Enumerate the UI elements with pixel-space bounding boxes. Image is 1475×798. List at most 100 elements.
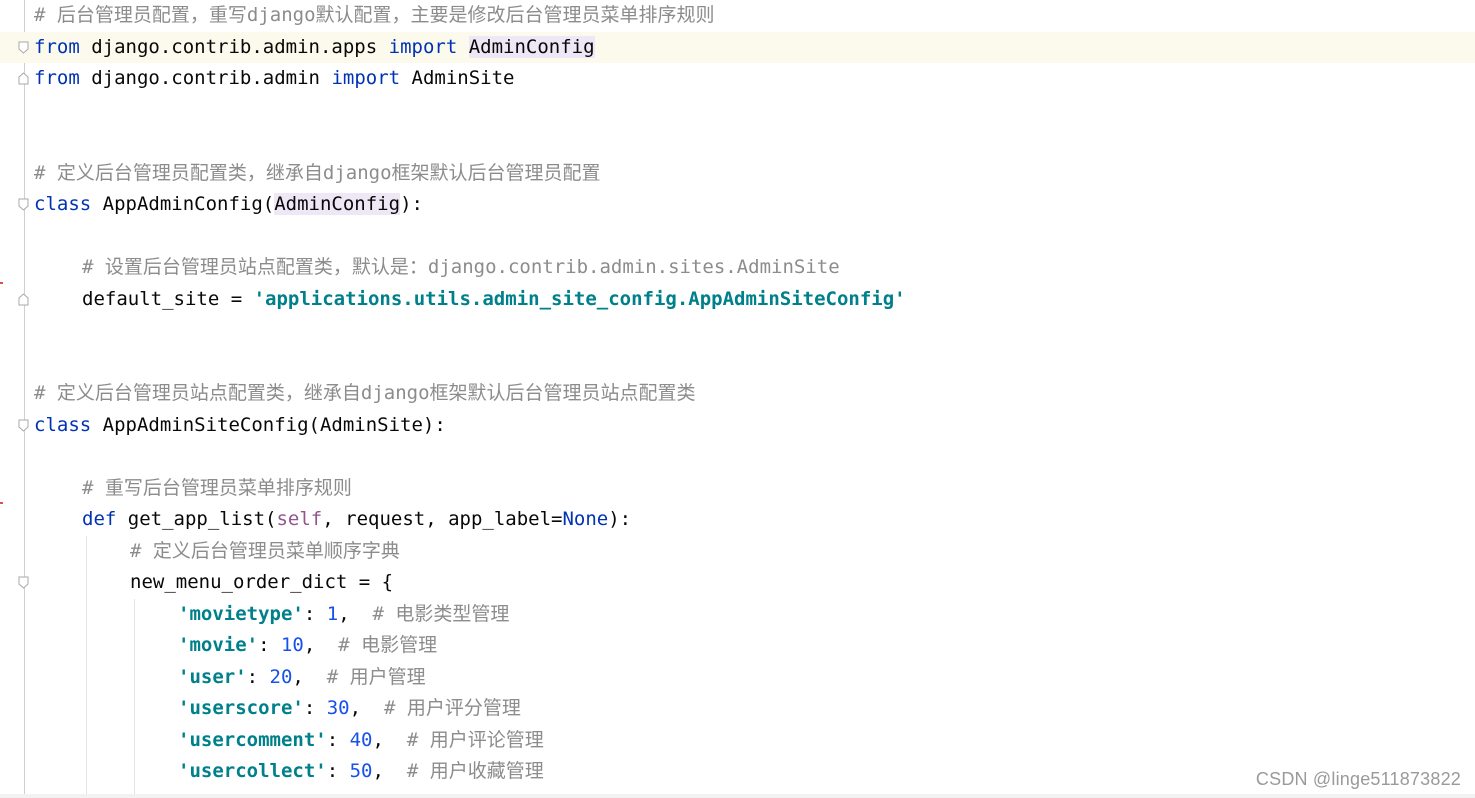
code-token: : <box>303 602 327 625</box>
code-token: django.contrib.admin.apps <box>79 35 389 58</box>
code-line-text: # 定义后台管理员站点配置类，继承自django框架默认后台管理员站点配置类 <box>34 378 696 409</box>
code-token: : <box>246 665 270 688</box>
watermark: CSDN @linge511873822 <box>1255 769 1461 789</box>
code-line-text: 'user': 20, # 用户管理 <box>178 662 426 693</box>
code-line-text: def get_app_list(self, request, app_labe… <box>82 504 631 535</box>
code-area[interactable]: # 后台管理员配置，重写django默认配置，主要是修改后台管理员菜单排序规则 f… <box>0 0 1475 798</box>
code-token: get_app_list( <box>116 508 277 530</box>
code-token: # 电影类型管理 <box>372 602 510 625</box>
code-line[interactable] <box>0 347 1475 378</box>
fold-open-icon[interactable] <box>18 41 29 54</box>
code-line-text: # 设置后台管理员站点配置类，默认是：django.contrib.admin.… <box>82 252 840 283</box>
fold-open-icon[interactable] <box>18 419 29 432</box>
code-token: : <box>326 760 350 782</box>
code-token: 'userscore' <box>178 697 304 719</box>
code-token: 20 <box>269 665 293 688</box>
code-line-text: # 重写后台管理员菜单排序规则 <box>82 473 352 504</box>
code-line-text: 'movietype': 1, # 电影类型管理 <box>178 599 509 630</box>
code-token: 50 <box>349 760 373 782</box>
code-token: 40 <box>349 728 373 751</box>
fold-open-icon[interactable] <box>18 198 29 211</box>
code-line[interactable]: class AppAdminSiteConfig(AdminSite): <box>0 410 1475 441</box>
code-editor[interactable]: # 后台管理员配置，重写django默认配置，主要是修改后台管理员菜单排序规则 f… <box>0 0 1475 798</box>
code-line[interactable]: 'user': 20, # 用户管理 <box>0 662 1475 693</box>
code-line[interactable]: new_menu_order_dict = { <box>0 567 1475 598</box>
code-token: 'user' <box>178 665 247 688</box>
code-token: # 用户管理 <box>326 665 426 688</box>
code-line[interactable]: 'userscore': 30, # 用户评分管理 <box>0 693 1475 724</box>
code-line[interactable]: # 定义后台管理员站点配置类，继承自django框架默认后台管理员站点配置类 <box>0 378 1475 409</box>
fold-end-icon[interactable] <box>18 72 29 85</box>
horizontal-scrollbar[interactable] <box>0 794 1475 798</box>
fold-open-icon[interactable] <box>18 576 29 589</box>
code-line[interactable]: # 后台管理员配置，重写django默认配置，主要是修改后台管理员菜单排序规则 <box>0 0 1475 31</box>
code-token: ): <box>400 193 423 215</box>
code-token: # 定义后台管理员菜单顺序字典 <box>130 539 400 562</box>
code-token: from <box>34 67 80 89</box>
code-line-text: # 定义后台管理员菜单顺序字典 <box>130 536 400 567</box>
code-line[interactable]: # 重写后台管理员菜单排序规则 <box>0 473 1475 504</box>
code-token: : <box>303 697 327 719</box>
code-line-text: 'userscore': 30, # 用户评分管理 <box>178 693 521 724</box>
code-token: , <box>372 760 407 782</box>
code-token: # 电影管理 <box>338 634 438 656</box>
code-token: ): <box>608 508 632 530</box>
code-token: AdminConfig <box>468 35 595 58</box>
code-token: AppAdminSiteConfig(AdminSite): <box>91 413 446 436</box>
code-token: 'applications.utils.admin_site_config.Ap… <box>253 287 906 310</box>
error-stripe-mark <box>0 502 3 504</box>
code-token: , request, app_label= <box>322 508 563 530</box>
code-token: None <box>562 508 609 530</box>
code-line-text: 'usercollect': 50, # 用户收藏管理 <box>178 756 544 787</box>
code-line-text: from django.contrib.admin.apps import Ad… <box>34 32 595 63</box>
code-line-text: 'usercomment': 40, # 用户评论管理 <box>178 725 544 756</box>
code-token: , <box>372 728 407 751</box>
code-line[interactable]: from django.contrib.admin.apps import Ad… <box>0 31 1475 63</box>
code-token: import <box>331 67 401 89</box>
code-token: class <box>34 193 92 215</box>
code-line-text: class AppAdminSiteConfig(AdminSite): <box>34 410 446 441</box>
code-line[interactable] <box>0 315 1475 346</box>
code-line[interactable]: class AppAdminConfig(AdminConfig): <box>0 189 1475 220</box>
code-token: 10 <box>280 634 304 656</box>
code-line[interactable]: 'usercollect': 50, # 用户收藏管理 <box>0 756 1475 787</box>
code-token: # 后台管理员配置，重写django默认配置，主要是修改后台管理员菜单排序规则 <box>34 4 715 26</box>
code-token: 'movie' <box>178 634 259 656</box>
code-line[interactable]: from django.contrib.admin import AdminSi… <box>0 63 1475 94</box>
code-token: # 用户评分管理 <box>383 697 521 719</box>
code-token: : <box>326 728 350 751</box>
code-line[interactable]: # 定义后台管理员菜单顺序字典 <box>0 536 1475 567</box>
code-token: new_menu_order_dict = { <box>130 571 394 593</box>
code-token: 1 <box>326 602 339 625</box>
code-token: # 重写后台管理员菜单排序规则 <box>82 476 352 499</box>
code-token: AdminConfig <box>274 193 401 215</box>
code-line[interactable] <box>0 221 1475 252</box>
code-token: 'movietype' <box>178 602 304 625</box>
code-line-text: class AppAdminConfig(AdminConfig): <box>34 189 423 220</box>
fold-end-icon[interactable] <box>18 292 29 306</box>
code-token: 'usercomment' <box>178 728 327 751</box>
indent-guide <box>134 598 135 798</box>
code-line[interactable]: def get_app_list(self, request, app_labe… <box>0 504 1475 535</box>
code-line[interactable] <box>0 95 1475 126</box>
code-token: # 定义后台管理员站点配置类，继承自django框架默认后台管理员站点配置类 <box>34 382 696 404</box>
code-line-text: # 后台管理员配置，重写django默认配置，主要是修改后台管理员菜单排序规则 <box>34 0 715 31</box>
code-line[interactable]: 'movie': 10, # 电影管理 <box>0 630 1475 661</box>
code-token: , <box>349 697 384 719</box>
code-token: , <box>338 602 373 625</box>
code-line[interactable] <box>0 441 1475 472</box>
code-line[interactable]: # 定义后台管理员配置类，继承自django框架默认后台管理员配置 <box>0 158 1475 189</box>
code-token: # 定义后台管理员配置类，继承自django框架默认后台管理员配置 <box>34 161 601 184</box>
code-line[interactable]: 'usercomment': 40, # 用户评论管理 <box>0 725 1475 756</box>
code-line[interactable]: # 设置后台管理员站点配置类，默认是：django.contrib.admin.… <box>0 252 1475 283</box>
code-line[interactable]: 'movietype': 1, # 电影类型管理 <box>0 599 1475 630</box>
code-line[interactable] <box>0 126 1475 157</box>
code-token: # 用户评论管理 <box>406 728 544 751</box>
code-token: class <box>34 413 92 436</box>
code-line-text: 'movie': 10, # 电影管理 <box>178 630 437 661</box>
code-token: , <box>292 665 327 688</box>
code-token: self <box>276 508 323 530</box>
code-line-text: from django.contrib.admin import AdminSi… <box>34 63 514 94</box>
code-line[interactable]: default_site = 'applications.utils.admin… <box>0 284 1475 315</box>
